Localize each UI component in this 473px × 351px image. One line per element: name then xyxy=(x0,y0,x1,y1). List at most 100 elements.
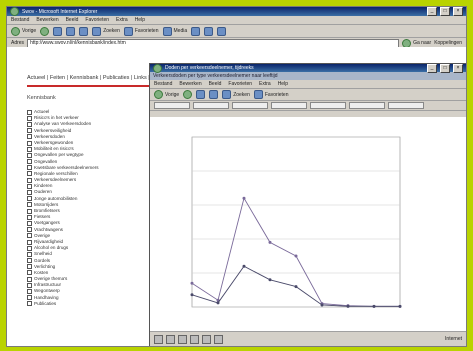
popup-menu-favorites[interactable]: Favorieten xyxy=(228,81,252,87)
report-tab[interactable] xyxy=(193,102,229,109)
export-button[interactable] xyxy=(202,334,211,344)
popup-toolbar: Vorige Zoeken Favorieten xyxy=(150,89,466,101)
report-tab[interactable] xyxy=(154,102,190,109)
expand-icon xyxy=(27,251,32,257)
data-point xyxy=(346,304,350,308)
page-prev-button[interactable] xyxy=(166,334,175,344)
ie-icon xyxy=(153,64,162,73)
expand-icon xyxy=(27,264,32,270)
popup-subtitle-bar: Verkeersdoden per type verkeersdeelnemer… xyxy=(150,72,466,80)
data-point xyxy=(242,196,246,200)
expand-icon xyxy=(27,214,32,220)
page-last-button[interactable] xyxy=(190,334,199,344)
popup-menu-edit[interactable]: Bewerken xyxy=(179,81,201,87)
popup-maximize-button[interactable]: □ xyxy=(440,64,450,73)
report-content xyxy=(150,117,466,332)
menu-favorites[interactable]: Favorieten xyxy=(85,17,109,23)
expand-icon xyxy=(27,196,32,202)
expand-icon xyxy=(27,128,32,134)
menu-tools[interactable]: Extra xyxy=(116,17,128,23)
popup-favorites-label: Favorieten xyxy=(264,91,289,98)
popup-menu-help[interactable]: Help xyxy=(278,81,288,87)
data-point xyxy=(372,304,376,308)
popup-search-button[interactable]: Zoeken xyxy=(222,90,250,99)
home-icon xyxy=(79,26,89,36)
report-tab[interactable] xyxy=(310,102,346,109)
mail-button[interactable] xyxy=(204,26,214,36)
page-next-button[interactable] xyxy=(178,334,187,344)
browser-title: Swov - Microsoft Internet Explorer xyxy=(22,8,98,15)
popup-forward-button[interactable] xyxy=(183,90,193,99)
close-button[interactable]: × xyxy=(453,7,463,16)
popup-menu-view[interactable]: Beeld xyxy=(209,81,222,87)
links-label[interactable]: Koppelingen xyxy=(434,40,462,46)
expand-icon xyxy=(27,239,32,245)
expand-icon xyxy=(27,140,32,146)
search-icon xyxy=(222,90,232,99)
forward-icon xyxy=(40,26,50,36)
expand-icon xyxy=(27,270,32,276)
browser-toolbar: Vorige Zoeken Favorieten Media xyxy=(7,25,466,38)
report-tab[interactable] xyxy=(349,102,385,109)
data-point xyxy=(190,281,194,285)
data-point xyxy=(268,240,272,244)
media-button[interactable]: Media xyxy=(162,26,187,36)
popup-search-label: Zoeken xyxy=(233,91,250,98)
forward-icon xyxy=(183,90,193,99)
page-first-button[interactable] xyxy=(154,334,163,344)
refresh-button[interactable] xyxy=(66,26,76,36)
star-icon xyxy=(123,26,133,36)
browser-window: Swov - Microsoft Internet Explorer _ □ ×… xyxy=(6,6,467,347)
report-tab[interactable] xyxy=(271,102,307,109)
sidebar-item-label: Publicaties xyxy=(34,300,57,306)
favorites-button[interactable]: Favorieten xyxy=(123,26,159,36)
stop-button[interactable] xyxy=(53,26,63,36)
print-report-button[interactable] xyxy=(214,334,223,344)
report-tab[interactable] xyxy=(232,102,268,109)
sidebar-item[interactable]: Publicaties xyxy=(27,301,147,307)
menu-help[interactable]: Help xyxy=(135,17,145,23)
popup-minimize-button[interactable]: _ xyxy=(427,64,437,73)
popup-menubar: Bestand Bewerken Beeld Favorieten Extra … xyxy=(150,80,466,89)
popup-stop-button[interactable] xyxy=(196,90,206,99)
expand-icon xyxy=(27,301,32,307)
popup-back-label: Vorige xyxy=(165,91,180,98)
popup-menu-tools[interactable]: Extra xyxy=(259,81,271,87)
expand-icon xyxy=(27,295,32,301)
popup-close-button[interactable]: × xyxy=(453,64,463,73)
menu-file[interactable]: Bestand xyxy=(11,17,29,23)
data-point xyxy=(216,301,220,305)
data-point xyxy=(294,254,298,258)
expand-icon xyxy=(27,183,32,189)
expand-icon xyxy=(27,109,32,115)
print-button[interactable] xyxy=(217,26,227,36)
report-tab-row xyxy=(150,101,466,111)
popup-menu-file[interactable]: Bestand xyxy=(154,81,172,87)
history-icon xyxy=(191,26,201,36)
minimize-button[interactable]: _ xyxy=(427,7,437,16)
popup-refresh-button[interactable] xyxy=(209,90,219,99)
expand-icon xyxy=(27,208,32,214)
menu-edit[interactable]: Bewerken xyxy=(36,17,58,23)
expand-icon xyxy=(27,152,32,158)
history-button[interactable] xyxy=(191,26,201,36)
popup-back-button[interactable]: Vorige xyxy=(154,90,179,99)
data-point xyxy=(242,264,246,268)
report-tab[interactable] xyxy=(388,102,424,109)
sidebar-header: Kennisbank xyxy=(27,95,56,101)
expand-icon xyxy=(27,134,32,140)
refresh-icon xyxy=(209,90,219,99)
popup-title: Doden per verkeersdeelnemer, tijdreeks xyxy=(165,65,254,71)
popup-favorites-button[interactable]: Favorieten xyxy=(253,90,289,99)
expand-icon xyxy=(27,289,32,295)
maximize-button[interactable]: □ xyxy=(440,7,450,16)
search-button[interactable]: Zoeken xyxy=(92,26,120,36)
back-button[interactable]: Vorige xyxy=(11,26,36,36)
forward-button[interactable] xyxy=(40,26,50,36)
popup-statusbar: Internet xyxy=(150,331,466,346)
expand-icon xyxy=(27,258,32,264)
home-button[interactable] xyxy=(79,26,89,36)
menu-view[interactable]: Beeld xyxy=(66,17,79,23)
star-icon xyxy=(253,90,263,99)
back-icon xyxy=(154,90,163,99)
